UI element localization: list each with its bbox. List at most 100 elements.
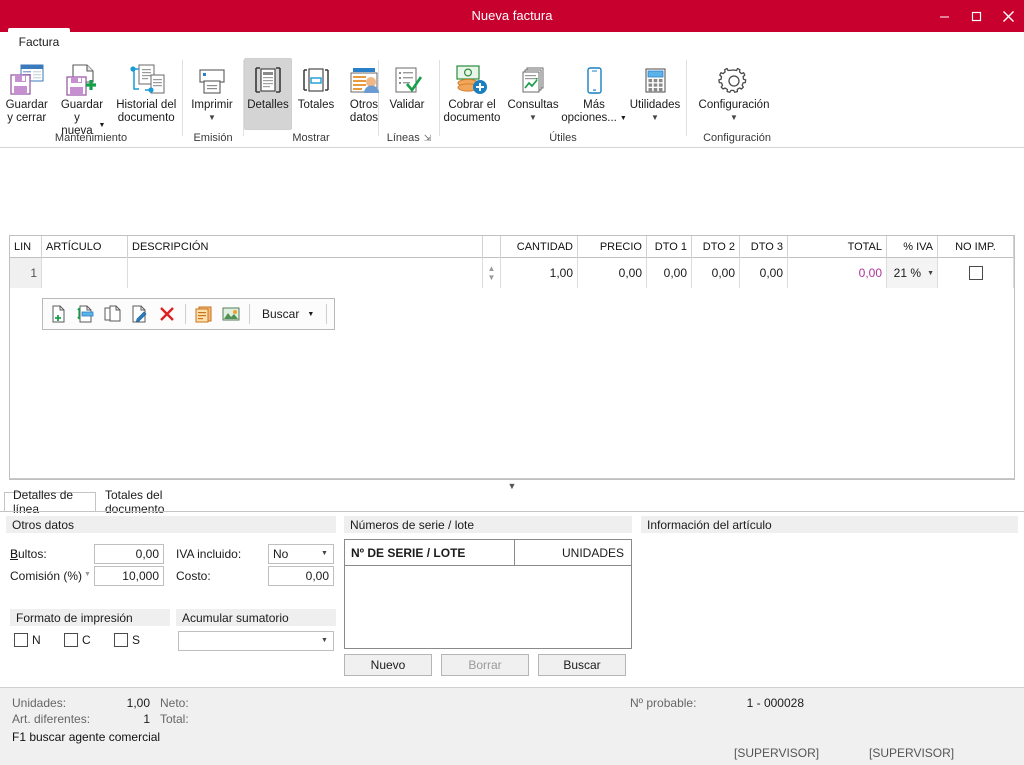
buscar-dropdown-button[interactable]: Buscar ▼ [256, 307, 320, 321]
formato-s-checkbox[interactable] [114, 633, 128, 647]
cell-total[interactable]: 0,00 [788, 258, 887, 288]
cobrar-line2: documento [443, 112, 501, 124]
mobile-icon [578, 62, 610, 96]
otros-datos-line1: Otros [349, 99, 379, 111]
cell-articulo[interactable] [42, 258, 128, 288]
borrar-button[interactable]: Borrar [441, 654, 529, 676]
lines-mini-toolbar: Buscar ▼ [42, 298, 336, 330]
tab-underline [0, 511, 1024, 512]
ribbon-button-configuracion[interactable]: Configuración ▼ [687, 58, 781, 123]
col-no-imp[interactable]: NO IMP. [938, 236, 1014, 258]
iva-incluido-value: No [273, 547, 289, 561]
col-precio[interactable]: PRECIO [578, 236, 647, 258]
cell-dto3[interactable]: 0,00 [740, 258, 788, 288]
col-cantidad[interactable]: CANTIDAD [501, 236, 578, 258]
other-data-icon [347, 62, 381, 96]
nueva-linea-icon[interactable] [47, 301, 71, 327]
comision-value: 10,000 [122, 569, 159, 583]
ribbon-button-cobrar-documento[interactable]: Cobrar el documento [440, 58, 504, 126]
tab-totales-del-documento[interactable]: Totales del documento [96, 488, 222, 516]
imagen-icon[interactable] [219, 301, 243, 327]
insertar-linea-icon[interactable] [74, 301, 98, 327]
chevron-down-icon[interactable]: ▼ [699, 113, 770, 122]
unidades-label: Unidades: [12, 696, 67, 710]
buscar-button[interactable]: Buscar [538, 654, 626, 676]
formato-n-option[interactable]: N [14, 633, 41, 647]
ribbon-button-mas-opciones[interactable]: Más opciones... ▼ [561, 58, 627, 126]
chevron-down-icon[interactable]: ▼ [316, 632, 333, 650]
copiar-linea-icon[interactable] [101, 301, 125, 327]
validar-label: Validar [389, 99, 425, 111]
cell-iva[interactable]: 21 % ▼ [887, 258, 938, 288]
col-total[interactable]: TOTAL [788, 236, 887, 258]
col-iva[interactable]: % IVA [887, 236, 938, 258]
tab-factura[interactable]: Factura [8, 28, 70, 56]
chevron-down-icon[interactable]: ▼ [307, 311, 314, 318]
panel-numeros-serie: Números de serie / lote Nº DE SERIE / LO… [344, 516, 632, 676]
numeros-serie-title: Números de serie / lote [344, 516, 632, 533]
ribbon-button-imprimir[interactable]: Imprimir ▼ [183, 58, 241, 123]
ribbon-button-historial-documento[interactable]: Historial del documento [110, 58, 182, 126]
ribbon-button-utilidades[interactable]: Utilidades ▼ [626, 58, 684, 123]
formato-c-label: C [82, 633, 91, 647]
printer-icon [195, 62, 229, 96]
tab-factura-label: Factura [18, 35, 60, 49]
document-header-form: Serie / Número: 1 ▼ 0 Fecha: ▼ 16:02 Su … [0, 149, 1024, 377]
lines-grid-header: LIN ARTÍCULO DESCRIPCIÓN CANTIDAD PRECIO… [10, 236, 1014, 258]
chevron-down-icon[interactable]: ▼ [191, 113, 233, 122]
calculator-icon [639, 62, 671, 96]
notas-icon[interactable] [192, 301, 216, 327]
costo-input[interactable]: 0,00 [268, 566, 334, 586]
descripcion-spinner[interactable]: ▲ ▼ [483, 258, 501, 288]
bultos-input[interactable]: 0,00 [94, 544, 164, 564]
comision-input[interactable]: 10,000 [94, 566, 164, 586]
costo-value: 0,00 [305, 569, 329, 583]
ribbon-button-guardar-y-cerrar[interactable]: Guardar y cerrar [0, 58, 53, 126]
no-imp-checkbox[interactable] [968, 266, 983, 280]
cell-no-imp[interactable] [938, 258, 1014, 288]
serie-table-body[interactable] [345, 566, 631, 648]
borrar-linea-icon[interactable] [155, 301, 179, 327]
ribbon-button-totales[interactable]: Totales [292, 58, 340, 113]
acumular-combo[interactable]: ▼ [178, 631, 334, 651]
cell-precio[interactable]: 0,00 [578, 258, 647, 288]
cell-dto1[interactable]: 0,00 [647, 258, 692, 288]
comision-dropdown-icon[interactable]: ▼ [84, 571, 91, 578]
col-no-serie-lote[interactable]: Nº DE SERIE / LOTE [345, 540, 515, 565]
col-descripcion[interactable]: DESCRIPCIÓN [128, 236, 483, 258]
formato-n-checkbox[interactable] [14, 633, 28, 647]
chevron-down-icon[interactable]: ▼ [488, 273, 496, 281]
ribbon-button-guardar-y-nueva[interactable]: Guardar y nueva ▼ [53, 58, 110, 139]
ribbon-button-validar[interactable]: Validar [379, 58, 435, 113]
chevron-down-icon[interactable]: ▼ [630, 113, 681, 122]
status-bar: Unidades: 1,00 Neto: Art. diferentes: 1 … [0, 687, 1024, 765]
ribbon-button-consultas[interactable]: Consultas ▼ [504, 58, 562, 123]
col-unidades[interactable]: UNIDADES [515, 540, 630, 565]
col-lin[interactable]: LIN [10, 236, 42, 258]
chevron-down-icon[interactable]: ▼ [316, 545, 333, 563]
cell-cantidad[interactable]: 1,00 [501, 258, 578, 288]
chevron-up-icon[interactable]: ▲ [488, 264, 496, 272]
iva-incluido-combo[interactable]: No ▼ [268, 544, 334, 564]
bultos-value: 0,00 [135, 547, 159, 561]
ribbon-group-lineas: Validar Líneas ⇲ [379, 56, 439, 148]
editar-linea-icon[interactable] [128, 301, 152, 327]
cell-descripcion[interactable] [128, 258, 483, 288]
table-row[interactable]: 1 ▲ ▼ 1,00 0,00 0,00 0,00 0,00 0,00 21 %… [10, 258, 1014, 288]
nuevo-button[interactable]: Nuevo [344, 654, 432, 676]
chevron-down-icon[interactable]: ▼ [927, 270, 934, 277]
formato-s-option[interactable]: S [114, 633, 140, 647]
dialog-launcher-icon[interactable]: ⇲ [424, 131, 432, 146]
formato-c-checkbox[interactable] [64, 633, 78, 647]
col-dto2[interactable]: DTO 2 [692, 236, 740, 258]
formato-c-option[interactable]: C [64, 633, 91, 647]
tab-detalles-de-linea[interactable]: Detalles de línea [4, 488, 96, 516]
col-articulo[interactable]: ARTÍCULO [42, 236, 128, 258]
cell-dto2[interactable]: 0,00 [692, 258, 740, 288]
chevron-down-icon[interactable]: ▼ [508, 481, 517, 491]
col-dto3[interactable]: DTO 3 [740, 236, 788, 258]
chevron-down-icon[interactable]: ▼ [507, 113, 558, 122]
ribbon-group-label-mantenimiento: Mantenimiento [54, 131, 128, 144]
col-dto1[interactable]: DTO 1 [647, 236, 692, 258]
ribbon-button-detalles[interactable]: Detalles [244, 58, 292, 130]
